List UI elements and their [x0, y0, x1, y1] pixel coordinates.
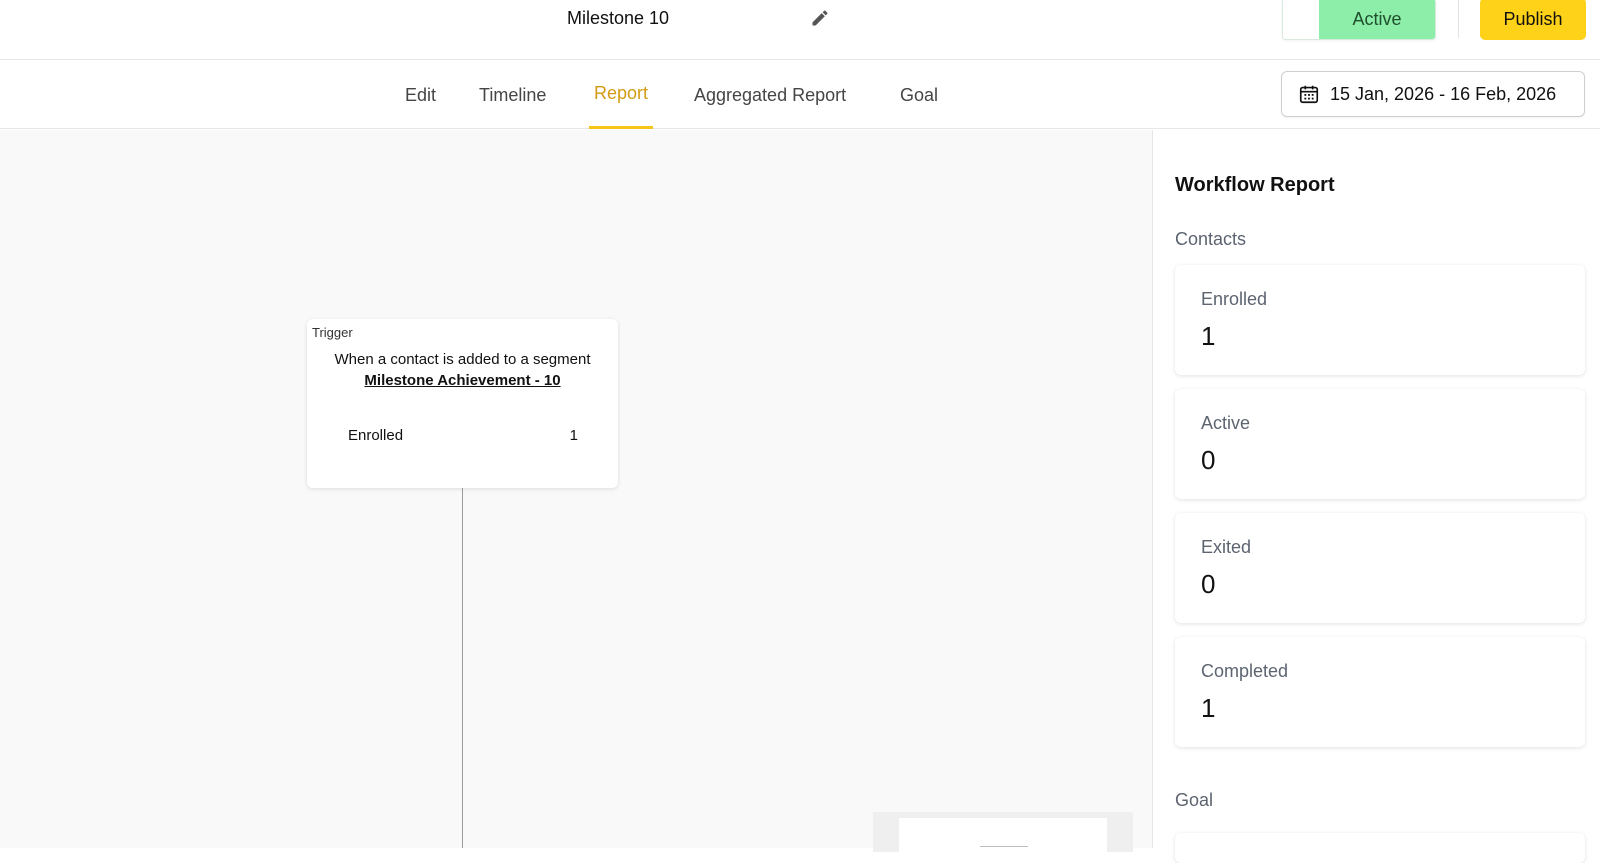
tab-edit[interactable]: Edit	[400, 61, 441, 129]
header-divider	[1458, 0, 1459, 38]
status-toggle[interactable]: Active	[1282, 0, 1436, 40]
stat-card-exited: Exited 0	[1175, 513, 1585, 623]
contacts-label: Contacts	[1175, 229, 1247, 249]
stat-label: Completed	[1201, 661, 1289, 681]
calendar-icon	[1299, 85, 1319, 104]
stat-label: Exited	[1201, 537, 1252, 557]
tab-report[interactable]: Report	[589, 61, 654, 129]
workflow-title: Milestone 10	[567, 8, 670, 28]
next-node-handle	[980, 846, 1028, 847]
trigger-segment-link[interactable]: Milestone Achievement - 10	[307, 372, 618, 389]
workflow-canvas[interactable]: Trigger When a contact is added to a seg…	[0, 130, 1152, 852]
tab-timeline[interactable]: Timeline	[474, 61, 551, 129]
stat-value: 0	[1201, 445, 1216, 475]
top-bar: Milestone 10 Active Publish	[0, 0, 1600, 60]
trigger-description: When a contact is added to a segment	[334, 351, 591, 368]
toggle-knob	[1283, 0, 1319, 39]
date-range-text: 15 Jan, 2026 - 16 Feb, 2026	[1330, 83, 1557, 104]
trigger-tag: Trigger	[312, 325, 353, 340]
trigger-node[interactable]: Trigger When a contact is added to a seg…	[307, 319, 618, 488]
stat-value: 0	[1201, 569, 1216, 599]
goal-card	[1175, 833, 1585, 863]
stat-card-active: Active 0	[1175, 389, 1585, 499]
tab-goal[interactable]: Goal	[895, 61, 943, 129]
stat-card-enrolled: Enrolled 1	[1175, 265, 1585, 375]
publish-button[interactable]: Publish	[1480, 0, 1586, 40]
tab-aggregated-report[interactable]: Aggregated Report	[689, 61, 851, 129]
goal-label: Goal	[1175, 790, 1214, 810]
stat-value: 1	[1201, 693, 1216, 723]
trigger-enrolled-count: 1	[569, 427, 578, 444]
report-title: Workflow Report	[1175, 174, 1335, 196]
report-tabs: Edit Timeline Report Aggregated Report G…	[0, 61, 1600, 129]
status-label: Active	[1319, 0, 1435, 39]
stat-card-completed: Completed 1	[1175, 637, 1585, 747]
pencil-icon	[812, 10, 828, 26]
node-connector	[462, 488, 463, 848]
workflow-report-panel: Workflow Report Contacts Enrolled 1 Acti…	[1152, 130, 1600, 863]
stat-label: Enrolled	[1201, 289, 1268, 309]
stat-value: 1	[1201, 321, 1216, 351]
edit-title-button[interactable]	[808, 6, 832, 30]
stat-label: Active	[1201, 413, 1251, 433]
trigger-enrolled-label: Enrolled	[348, 427, 404, 444]
date-range-picker[interactable]: 15 Jan, 2026 - 16 Feb, 2026	[1281, 71, 1585, 117]
